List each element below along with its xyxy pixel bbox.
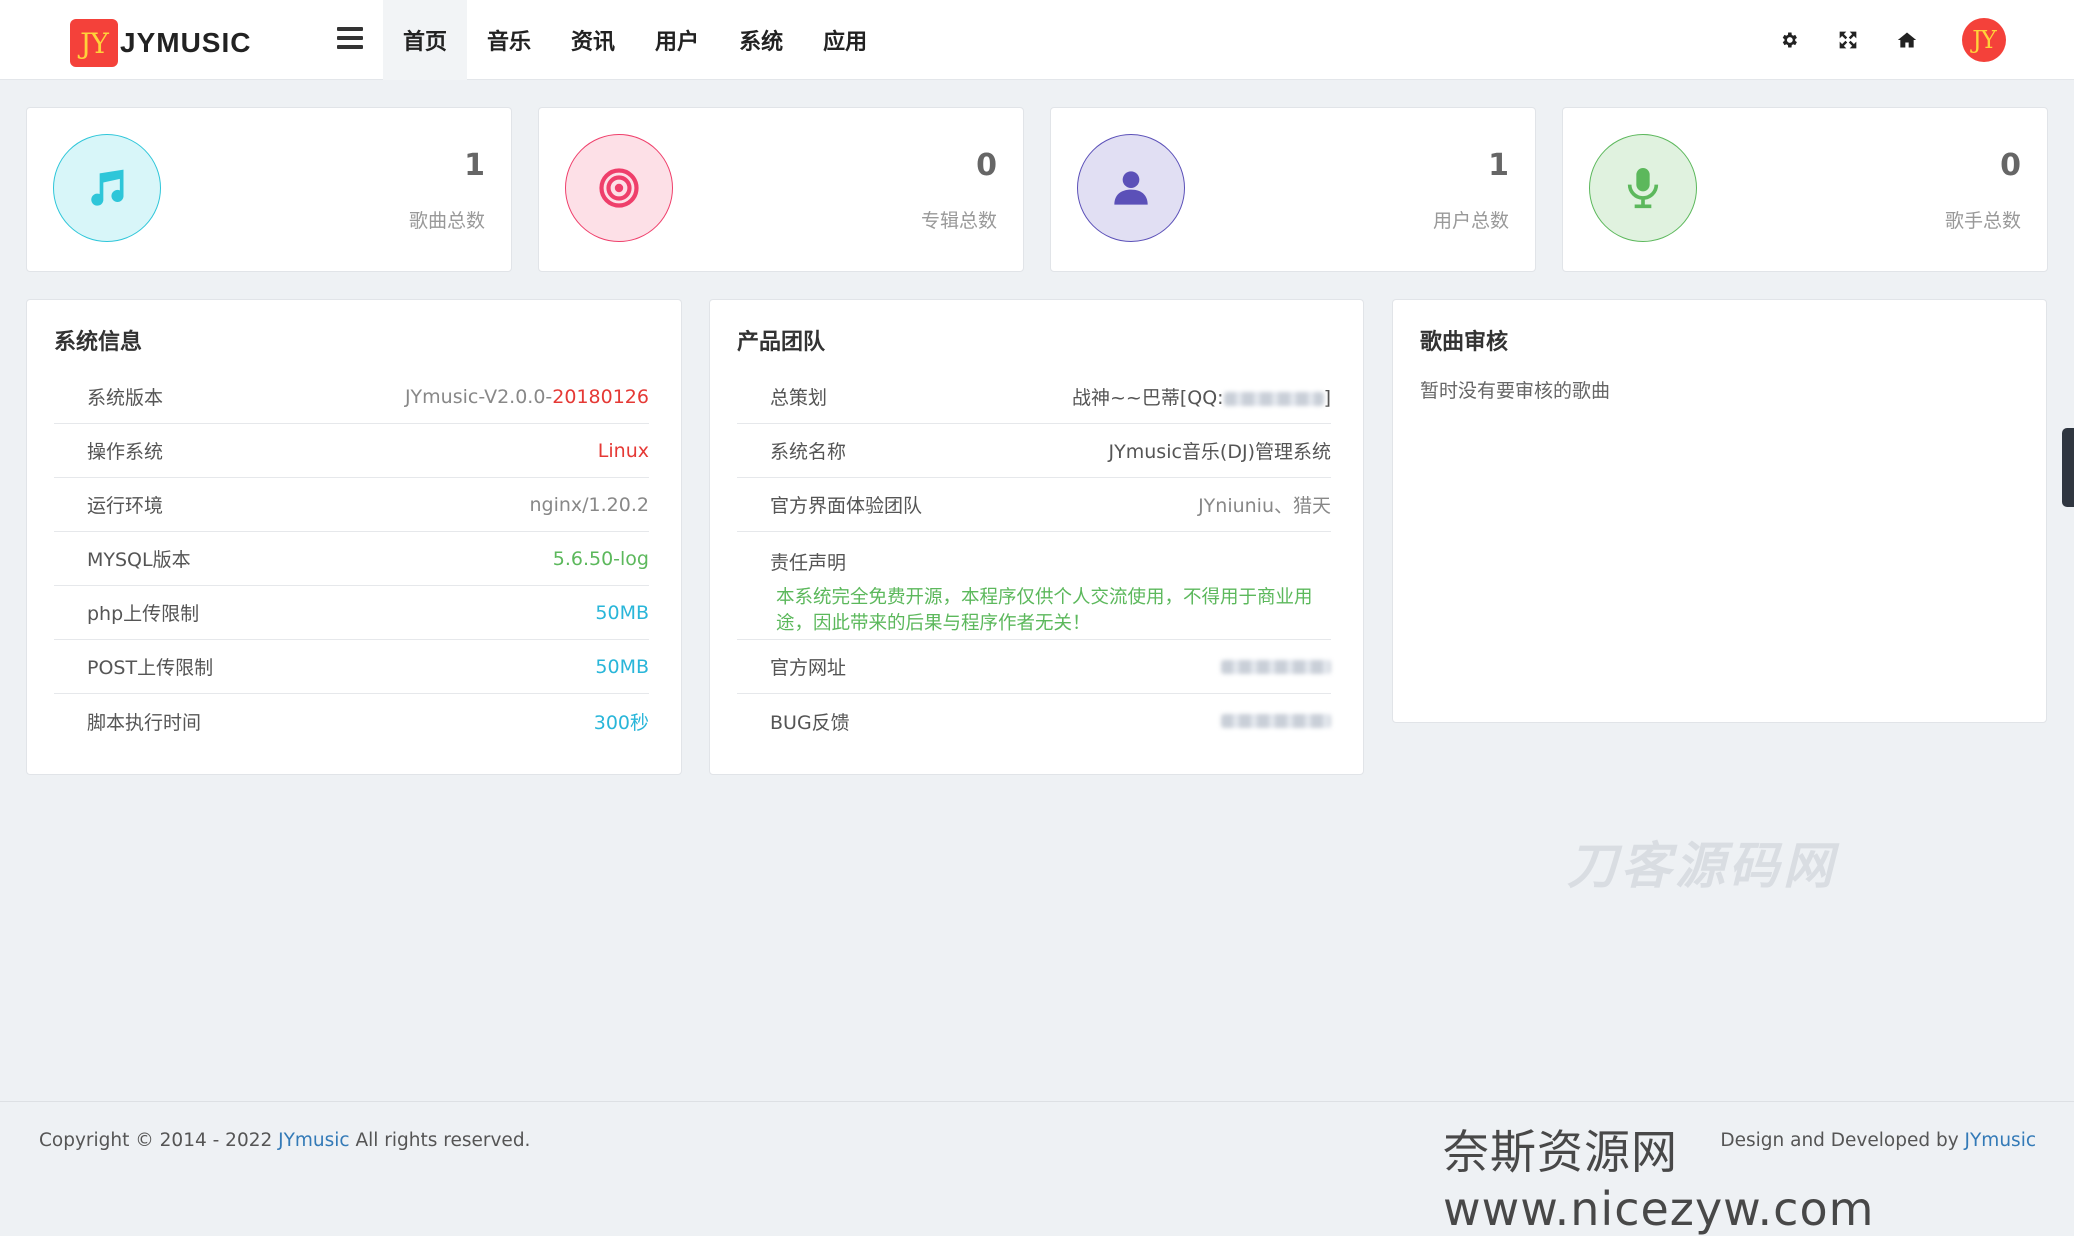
- row-value: 战神~~巴蒂[QQ:]: [1072, 383, 1331, 410]
- avatar[interactable]: JY: [1962, 18, 2006, 62]
- empty-state-text: 暂时没有要审核的歌曲: [1420, 380, 1611, 402]
- planner-name: 战神~~巴蒂[QQ:: [1072, 387, 1224, 409]
- product-team-panel: 产品团队 总策划 战神~~巴蒂[QQ:] 系统名称 JYmusic音乐(DJ)管…: [709, 299, 1364, 775]
- info-row-system-name: 系统名称 JYmusic音乐(DJ)管理系统: [737, 424, 1331, 478]
- info-row-env: 运行环境 nginx/1.20.2: [54, 478, 649, 532]
- row-label: 系统名称: [770, 441, 847, 463]
- info-row-post-upload: POST上传限制 50MB: [54, 640, 649, 694]
- stat-value: 1: [1488, 148, 1509, 183]
- info-row-ui-team: 官方界面体验团队 JYniuniu、猎天: [737, 478, 1331, 532]
- row-label: BUG反馈: [770, 711, 850, 734]
- music-note-icon: [53, 134, 161, 242]
- watermark: 刀客源码网: [1567, 837, 1837, 895]
- fullscreen-icon[interactable]: [1828, 19, 1868, 61]
- stat-label: 歌曲总数: [408, 210, 485, 232]
- team-info-list: 总策划 战神~~巴蒂[QQ:] 系统名称 JYmusic音乐(DJ)管理系统 官…: [737, 370, 1331, 748]
- row-value: JYmusic-V2.0.0-20180126: [405, 386, 649, 408]
- row-value: 5.6.50-log: [552, 547, 649, 570]
- user-icon: [1077, 134, 1185, 242]
- row-label: 责任声明: [770, 552, 847, 574]
- stat-value: 0: [976, 148, 997, 183]
- row-value: Linux: [597, 439, 649, 462]
- copyright-link[interactable]: JYmusic: [278, 1130, 349, 1151]
- footer-watermark: 奈斯资源网www.nicezyw.com: [1443, 1125, 1875, 1236]
- info-row-php-upload: php上传限制 50MB: [54, 586, 649, 640]
- disclaimer-text: 本系统完全免费开源，本程序仅供个人交流使用，不得用于商业用途，因此带来的后果与程…: [776, 587, 1313, 634]
- planner-suffix: ]: [1323, 387, 1331, 409]
- stat-card-albums: 0 专辑总数: [538, 107, 1024, 272]
- version-prefix: JYmusic-V2.0.0-: [404, 385, 553, 408]
- row-value: 50MB: [595, 601, 649, 624]
- info-row-bug-report: BUG反馈: [737, 694, 1331, 748]
- row-label: 系统版本: [87, 387, 164, 409]
- brand-name: JYMUSIC: [120, 27, 252, 58]
- main-nav: 首页 音乐 资讯 用户 系统 应用: [383, 0, 887, 80]
- info-row-exec-time: 脚本执行时间 300秒: [54, 694, 649, 748]
- microphone-icon: [1589, 134, 1697, 242]
- info-row-os: 操作系统 Linux: [54, 424, 649, 478]
- row-value: JYmusic音乐(DJ)管理系统: [1108, 441, 1331, 463]
- row-value: 300秒: [593, 711, 649, 734]
- stat-card-users: 1 用户总数: [1050, 107, 1536, 272]
- top-navbar: JY JYMUSIC 首页 音乐 资讯 用户 系统 应用 JY: [0, 0, 2074, 80]
- song-review-panel: 歌曲审核 暂时没有要审核的歌曲: [1392, 299, 2047, 723]
- panel-title: 系统信息: [54, 330, 143, 355]
- stat-value: 0: [2000, 148, 2021, 183]
- row-label: 总策划: [770, 387, 828, 409]
- nav-item-apps[interactable]: 应用: [803, 0, 887, 80]
- brand-logo[interactable]: JY JYMUSIC: [70, 19, 251, 67]
- row-label: 运行环境: [87, 495, 164, 517]
- nav-item-system[interactable]: 系统: [719, 0, 803, 80]
- info-row-planner: 总策划 战神~~巴蒂[QQ:]: [737, 370, 1331, 424]
- nav-item-users[interactable]: 用户: [635, 0, 719, 80]
- stat-label: 歌手总数: [1944, 210, 2021, 232]
- row-value: nginx/1.20.2: [529, 493, 649, 516]
- info-row-website: 官方网址: [737, 640, 1331, 694]
- stat-card-singers: 0 歌手总数: [1562, 107, 2048, 272]
- row-value: JYniuniu、猎天: [1198, 495, 1331, 517]
- blurred-bug-link[interactable]: [1221, 714, 1331, 728]
- row-label: 官方界面体验团队: [770, 495, 923, 517]
- info-row-disclaimer: 责任声明 本系统完全免费开源，本程序仅供个人交流使用，不得用于商业用途，因此带来…: [737, 532, 1331, 640]
- row-label: MYSQL版本: [87, 549, 191, 571]
- info-row-mysql: MYSQL版本 5.6.50-log: [54, 532, 649, 586]
- row-value: 50MB: [595, 655, 649, 678]
- nav-item-news[interactable]: 资讯: [551, 0, 635, 80]
- hamburger-menu-icon[interactable]: [337, 27, 363, 49]
- logo-badge: JY: [70, 19, 118, 67]
- copyright: Copyright © 2014 - 2022 JYmusic All righ…: [39, 1130, 530, 1151]
- stat-value: 1: [464, 148, 485, 183]
- blurred-qq: [1223, 391, 1324, 406]
- home-icon[interactable]: [1887, 19, 1927, 61]
- panel-title: 产品团队: [737, 330, 826, 355]
- version-date: 20180126: [552, 385, 649, 408]
- footer: Copyright © 2014 - 2022 JYmusic All righ…: [0, 1101, 2074, 1236]
- toolbar: JY: [1750, 18, 2006, 62]
- row-label: POST上传限制: [87, 657, 214, 679]
- row-label: 操作系统: [87, 441, 164, 463]
- copyright-suffix: All rights reserved.: [349, 1130, 531, 1151]
- system-info-panel: 系统信息 系统版本 JYmusic-V2.0.0-20180126 操作系统 L…: [26, 299, 682, 775]
- system-info-list: 系统版本 JYmusic-V2.0.0-20180126 操作系统 Linux …: [54, 370, 649, 748]
- row-label: 脚本执行时间: [87, 711, 202, 734]
- gear-icon[interactable]: [1769, 19, 1809, 61]
- stat-card-songs: 1 歌曲总数: [26, 107, 512, 272]
- target-icon: [565, 134, 673, 242]
- stat-label: 专辑总数: [920, 210, 997, 232]
- panel-title: 歌曲审核: [1420, 330, 1509, 355]
- row-label: 官方网址: [770, 657, 847, 679]
- blurred-website-link[interactable]: [1221, 659, 1331, 674]
- copyright-prefix: Copyright © 2014 - 2022: [39, 1130, 279, 1151]
- row-label: php上传限制: [87, 603, 200, 625]
- info-row-version: 系统版本 JYmusic-V2.0.0-20180126: [54, 370, 649, 424]
- nav-item-home[interactable]: 首页: [383, 0, 468, 80]
- side-drawer-handle[interactable]: [2062, 428, 2074, 507]
- nav-item-music[interactable]: 音乐: [467, 0, 551, 80]
- stat-label: 用户总数: [1432, 210, 1509, 232]
